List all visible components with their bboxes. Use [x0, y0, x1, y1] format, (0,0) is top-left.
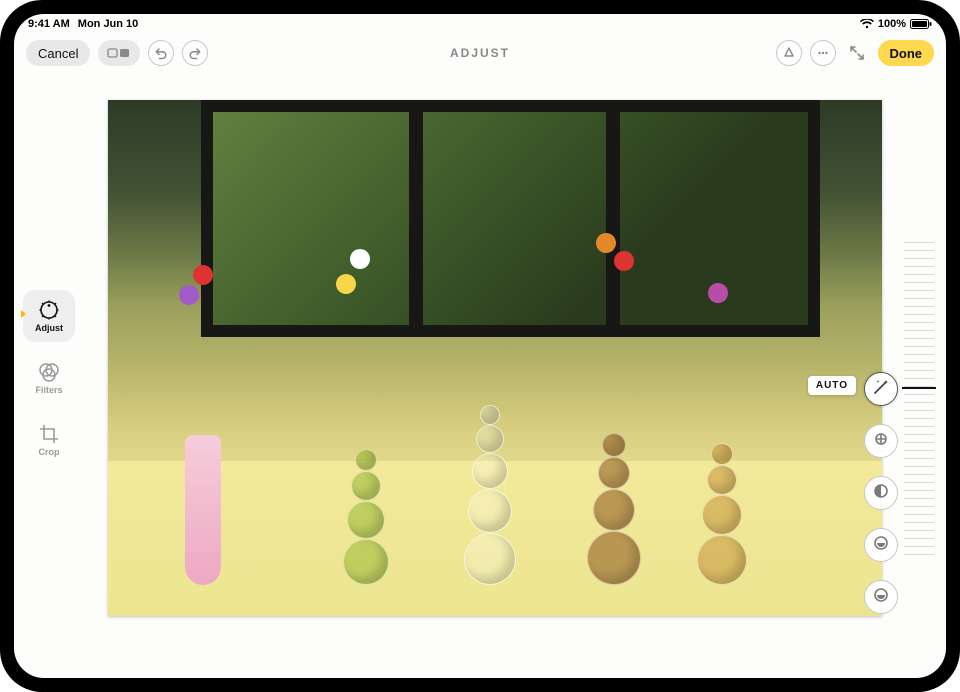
- adjust-shadows-button[interactable]: [864, 580, 898, 614]
- adjust-dial-icon: [38, 299, 60, 321]
- value-scrubber[interactable]: [904, 242, 934, 558]
- filters-icon: [38, 361, 60, 383]
- cancel-button[interactable]: Cancel: [26, 40, 90, 66]
- battery-icon: [910, 19, 932, 29]
- more-button[interactable]: [810, 40, 836, 66]
- active-indicator-icon: [21, 310, 26, 318]
- markup-button[interactable]: [776, 40, 802, 66]
- screen: 9:41 AM Mon Jun 10 100% Cancel: [14, 14, 946, 678]
- cancel-label: Cancel: [38, 46, 78, 61]
- battery-pct: 100%: [878, 18, 906, 30]
- adjust-highlights-button[interactable]: [864, 528, 898, 562]
- highlights-icon: [872, 534, 890, 557]
- live-toggle-button[interactable]: [98, 40, 140, 66]
- editor-content: Adjust Filters Crop AUTO: [14, 72, 946, 678]
- adjust-tools-column: [864, 372, 898, 614]
- sidebar-item-filters[interactable]: Filters: [23, 352, 75, 404]
- sidebar-item-label: Crop: [39, 447, 60, 457]
- status-time: 9:41 AM: [28, 18, 70, 30]
- shadows-icon: [872, 586, 890, 609]
- undo-button[interactable]: [148, 40, 174, 66]
- adjust-exposure-button[interactable]: [864, 424, 898, 458]
- done-label: Done: [890, 46, 923, 61]
- toolbar-title: ADJUST: [450, 46, 510, 60]
- auto-label-chip: AUTO: [808, 376, 856, 395]
- magic-wand-icon: [872, 378, 890, 401]
- done-button[interactable]: Done: [878, 40, 935, 66]
- crop-icon: [38, 423, 60, 445]
- brilliance-icon: [872, 482, 890, 505]
- photo-canvas[interactable]: [108, 100, 882, 616]
- status-date: Mon Jun 10: [78, 18, 139, 30]
- redo-button[interactable]: [182, 40, 208, 66]
- fullscreen-button[interactable]: [844, 40, 870, 66]
- scrubber-ticks: [904, 242, 934, 558]
- sidebar-item-crop[interactable]: Crop: [23, 414, 75, 466]
- device-frame: 9:41 AM Mon Jun 10 100% Cancel: [0, 0, 960, 692]
- status-bar: 9:41 AM Mon Jun 10 100%: [14, 14, 946, 34]
- exposure-icon: [872, 430, 890, 453]
- editor-toolbar: Cancel ADJUST: [14, 34, 946, 72]
- edit-mode-sidebar: Adjust Filters Crop: [22, 290, 76, 466]
- adjust-brilliance-button[interactable]: [864, 476, 898, 510]
- sidebar-item-label: Adjust: [35, 323, 63, 333]
- wifi-icon: [860, 19, 874, 29]
- scrubber-marker: [902, 387, 936, 389]
- sidebar-item-label: Filters: [35, 385, 62, 395]
- sidebar-item-adjust[interactable]: Adjust: [23, 290, 75, 342]
- adjust-auto-button[interactable]: [864, 372, 898, 406]
